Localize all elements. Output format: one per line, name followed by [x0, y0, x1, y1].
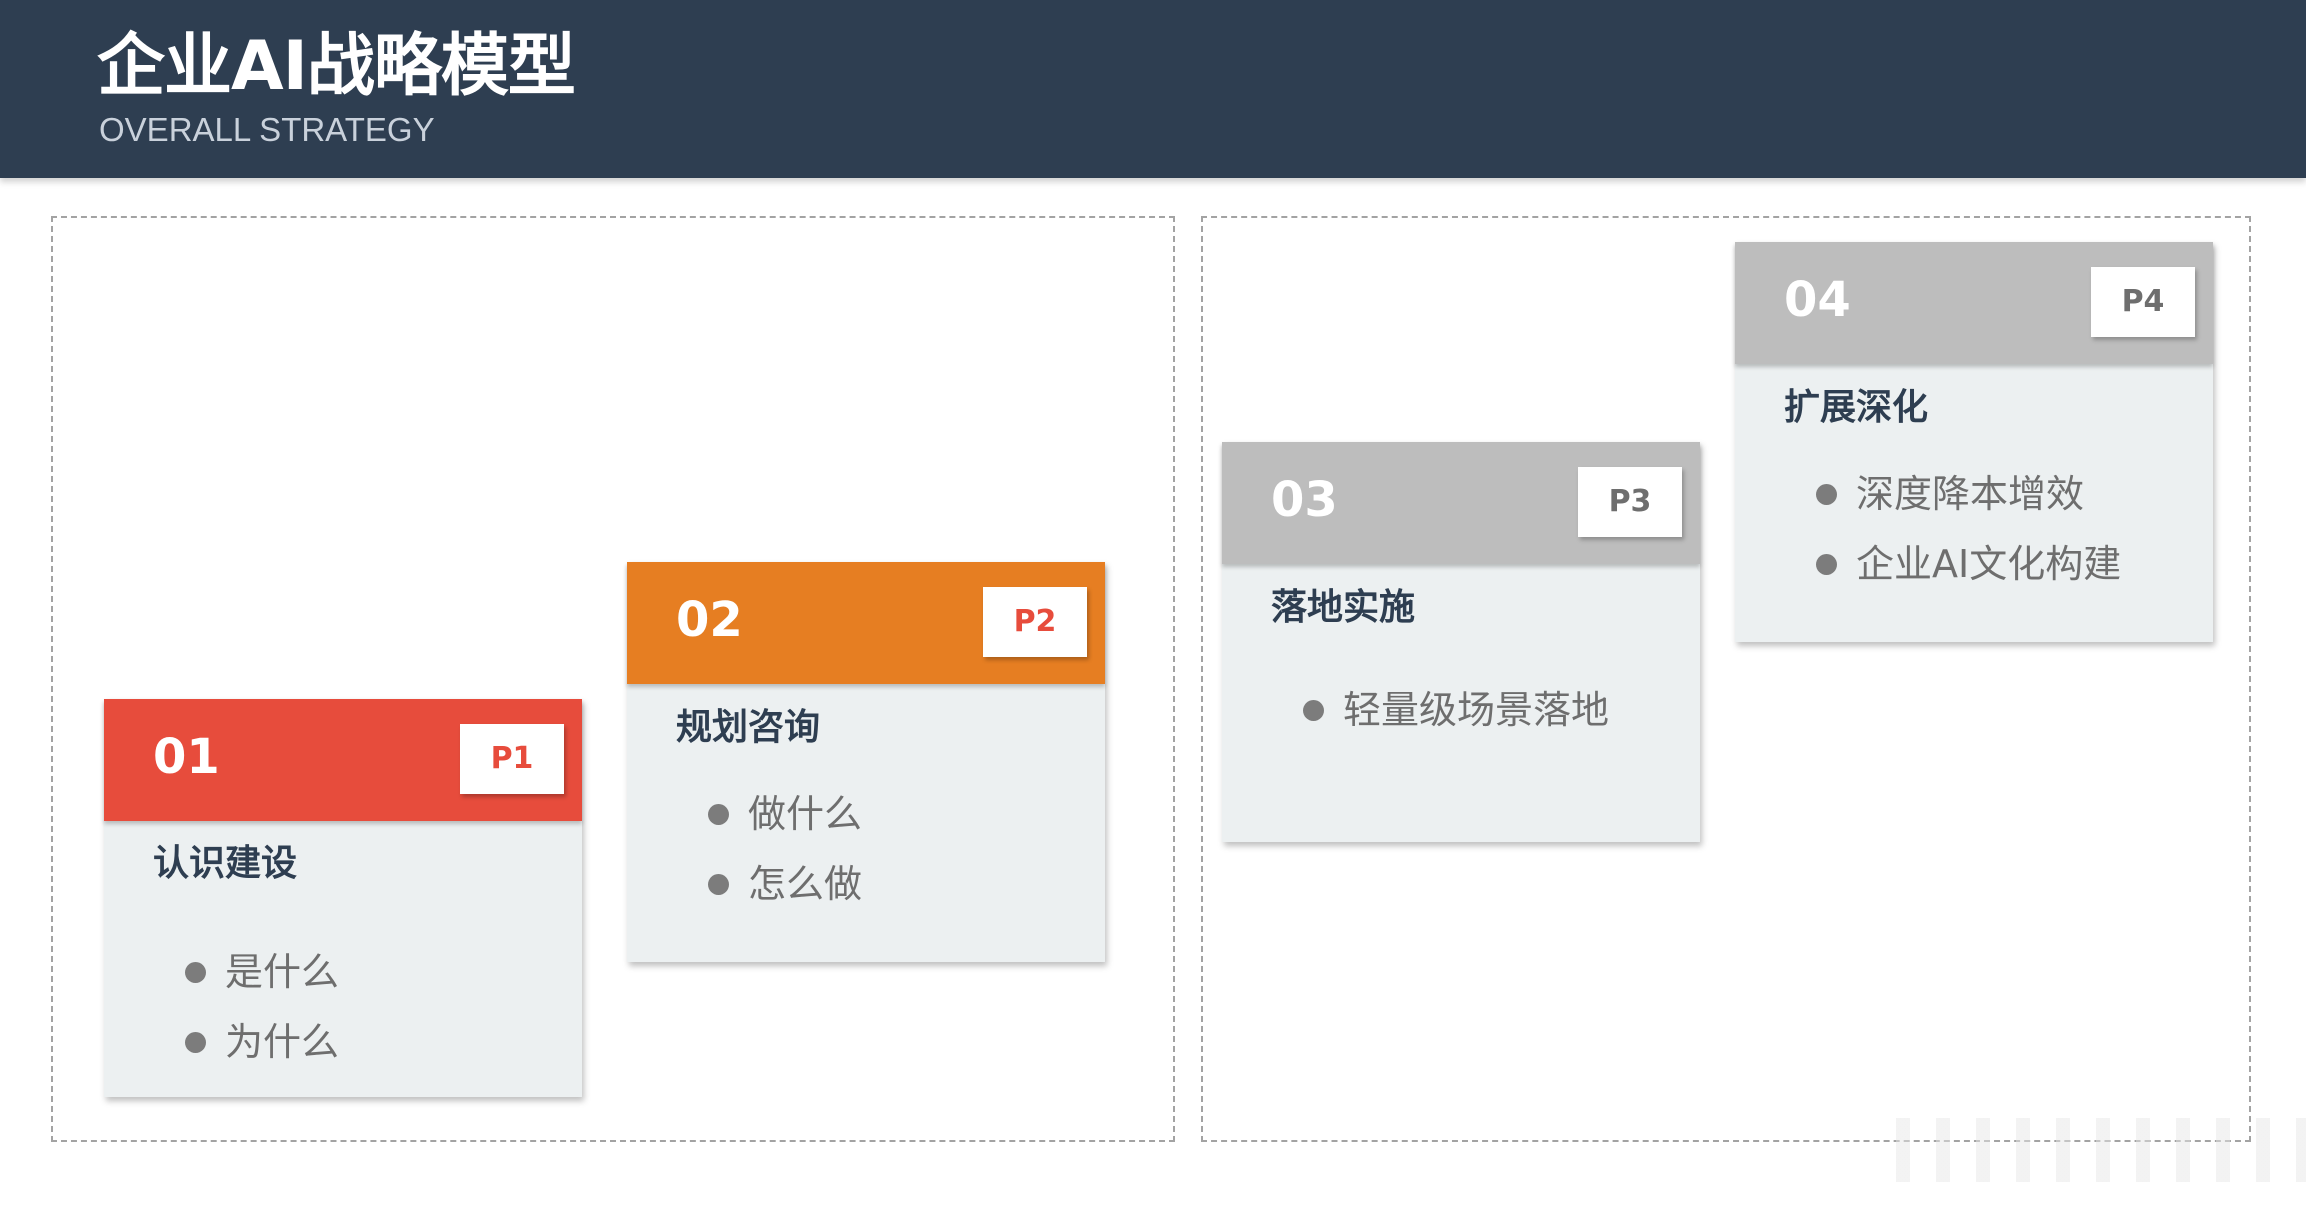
bullet-dot-icon	[1816, 554, 1837, 575]
list-item-text: 是什么	[225, 950, 340, 994]
phase-item-list: 深度降本增效 企业AI文化构建	[1816, 459, 2121, 599]
phase-card-3-header: 03 P3	[1222, 442, 1700, 564]
list-item: 为什么	[185, 1007, 339, 1077]
phase-card-2-header: 02 P2	[627, 562, 1105, 684]
phase-badge: P4	[2091, 267, 2195, 337]
list-item: 是什么	[185, 937, 339, 1007]
page-subtitle: OVERALL STRATEGY	[99, 111, 435, 148]
phase-title: 扩展深化	[1784, 387, 1929, 428]
phase-card-1: 01 P1 认识建设 是什么 为什么	[104, 699, 582, 1097]
list-item: 轻量级场景落地	[1303, 675, 1609, 745]
watermark	[1896, 1118, 2306, 1182]
phase-title: 认识建设	[153, 843, 298, 884]
bullet-dot-icon	[708, 804, 729, 825]
phase-card-4: 04 P4 扩展深化 深度降本增效 企业AI文化构建	[1735, 242, 2213, 642]
list-item-text: 轻量级场景落地	[1343, 688, 1610, 732]
phase-badge: P3	[1578, 467, 1682, 537]
bullet-dot-icon	[185, 1032, 206, 1053]
phase-card-2: 02 P2 规划咨询 做什么 怎么做	[627, 562, 1105, 962]
phase-card-1-header: 01 P1	[104, 699, 582, 821]
page-title: 企业AI战略模型	[97, 27, 576, 106]
bullet-dot-icon	[1303, 700, 1324, 721]
phase-number: 01	[153, 729, 220, 785]
phase-title: 落地实施	[1271, 587, 1416, 628]
phase-number: 02	[676, 592, 743, 648]
phase-number: 04	[1784, 272, 1851, 328]
phase-item-list: 轻量级场景落地	[1303, 675, 1609, 745]
phase-card-3: 03 P3 落地实施 轻量级场景落地	[1222, 442, 1700, 842]
bullet-dot-icon	[185, 962, 206, 983]
list-item: 做什么	[708, 779, 862, 849]
phase-item-list: 是什么 为什么	[185, 937, 339, 1077]
phase-item-list: 做什么 怎么做	[708, 779, 862, 919]
header-banner: 企业AI战略模型 OVERALL STRATEGY	[0, 0, 2306, 178]
list-item: 深度降本增效	[1816, 459, 2121, 529]
list-item-text: 怎么做	[748, 862, 863, 906]
bullet-dot-icon	[708, 874, 729, 895]
bullet-dot-icon	[1816, 484, 1837, 505]
list-item-text: 为什么	[225, 1020, 340, 1064]
phase-badge: P1	[460, 724, 564, 794]
list-item: 企业AI文化构建	[1816, 529, 2121, 599]
list-item-text: 做什么	[748, 792, 863, 836]
list-item: 怎么做	[708, 849, 862, 919]
list-item-text: 企业AI文化构建	[1856, 542, 2122, 586]
phase-badge: P2	[983, 587, 1087, 657]
phase-card-4-header: 04 P4	[1735, 242, 2213, 364]
list-item-text: 深度降本增效	[1856, 472, 2085, 516]
phase-number: 03	[1271, 472, 1338, 528]
phase-title: 规划咨询	[676, 707, 821, 748]
